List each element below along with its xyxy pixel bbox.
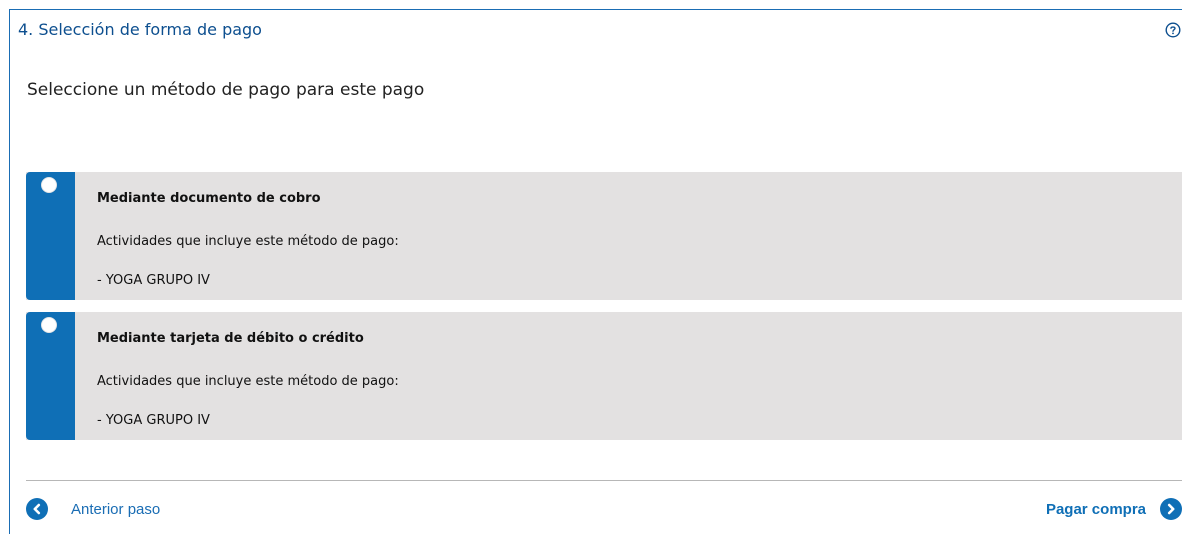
chevron-right-circle-icon[interactable] [1160,498,1182,520]
divider [26,480,1182,481]
option-title: Mediante documento de cobro [97,191,321,206]
radio-button[interactable] [41,317,57,333]
pay-purchase-button[interactable]: Pagar compra [1046,498,1182,520]
payment-option-tarjeta[interactable]: Mediante tarjeta de débito o crédito Act… [26,312,1182,440]
chevron-left-circle-icon[interactable] [26,498,48,520]
option-description: Actividades que incluye este método de p… [97,374,399,389]
previous-step-label[interactable]: Anterior paso [71,501,160,518]
step-title: 4. Selección de forma de pago [18,20,262,39]
option-activity-item: - YOGA GRUPO IV [97,413,210,428]
option-description: Actividades que incluye este método de p… [97,234,399,249]
help-icon[interactable] [1165,22,1181,38]
option-title: Mediante tarjeta de débito o crédito [97,331,364,346]
option-activity-item: - YOGA GRUPO IV [97,273,210,288]
payment-subtitle: Seleccione un método de pago para este p… [27,80,425,100]
previous-step-button[interactable]: Anterior paso [26,498,160,520]
payment-step-panel: 4. Selección de forma de pago Seleccione… [9,9,1182,534]
pay-purchase-label[interactable]: Pagar compra [1046,501,1146,518]
payment-option-documento-cobro[interactable]: Mediante documento de cobro Actividades … [26,172,1182,300]
radio-button[interactable] [41,177,57,193]
